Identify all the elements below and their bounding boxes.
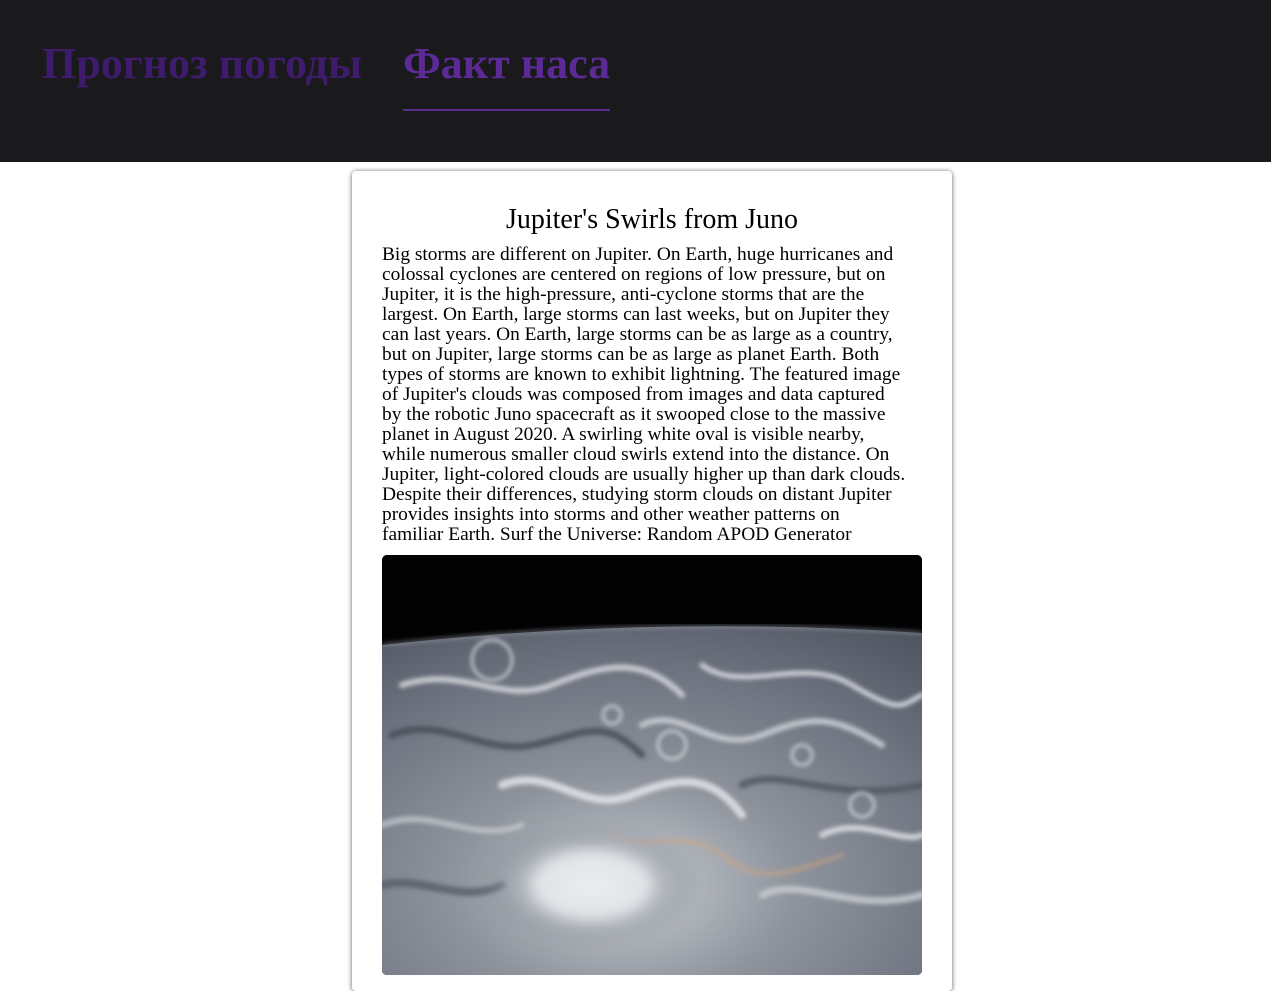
active-tab-indicator [403, 109, 610, 111]
apod-card: Jupiter's Swirls from Juno Big storms ar… [352, 171, 952, 991]
tab-nasa-fact[interactable]: Факт наса [403, 36, 610, 92]
jupiter-clouds-image [382, 555, 922, 975]
apod-explanation: Big storms are different on Jupiter. On … [382, 244, 906, 545]
top-navigation-bar: Прогноз погоды Факт наса [0, 0, 1271, 162]
apod-title: Jupiter's Swirls from Juno [505, 204, 799, 235]
apod-image [382, 555, 922, 975]
tab-weather-forecast[interactable]: Прогноз погоды [42, 36, 362, 92]
